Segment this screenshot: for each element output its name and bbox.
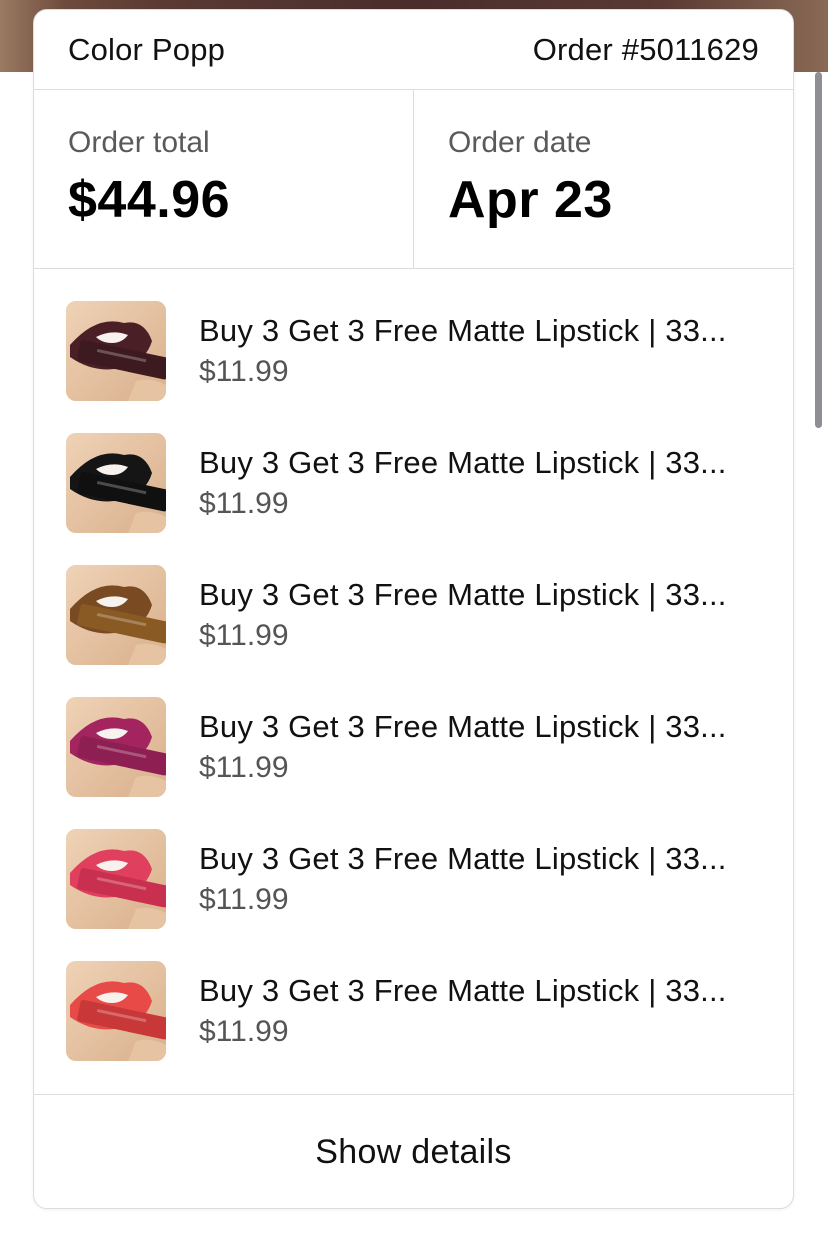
item-title: Buy 3 Get 3 Free Matte Lipstick | 33... bbox=[199, 313, 727, 348]
order-summary: Order total $44.96 Order date Apr 23 bbox=[34, 90, 793, 269]
list-item[interactable]: Buy 3 Get 3 Free Matte Lipstick | 33... $… bbox=[34, 565, 793, 665]
item-text: Buy 3 Get 3 Free Matte Lipstick | 33... $… bbox=[199, 577, 727, 653]
item-text: Buy 3 Get 3 Free Matte Lipstick | 33... $… bbox=[199, 973, 727, 1049]
product-thumbnail bbox=[66, 433, 166, 533]
product-thumbnail bbox=[66, 697, 166, 797]
product-thumbnail bbox=[66, 829, 166, 929]
order-number: Order #5011629 bbox=[532, 31, 759, 67]
item-text: Buy 3 Get 3 Free Matte Lipstick | 33... $… bbox=[199, 709, 727, 785]
order-date-label: Order date bbox=[448, 126, 592, 159]
item-title: Buy 3 Get 3 Free Matte Lipstick | 33... bbox=[199, 841, 727, 876]
order-total-value: $44.96 bbox=[68, 171, 231, 229]
order-card-header: Color Popp Order #5011629 bbox=[34, 10, 793, 90]
list-item[interactable]: Buy 3 Get 3 Free Matte Lipstick | 33... $… bbox=[34, 301, 793, 401]
order-date-value: Apr 23 bbox=[448, 171, 613, 229]
list-item[interactable]: Buy 3 Get 3 Free Matte Lipstick | 33... $… bbox=[34, 433, 793, 533]
list-item[interactable]: Buy 3 Get 3 Free Matte Lipstick | 33... $… bbox=[34, 697, 793, 797]
item-price: $11.99 bbox=[199, 487, 289, 520]
show-details-button[interactable]: Show details bbox=[34, 1095, 793, 1208]
product-thumbnail bbox=[66, 961, 166, 1061]
item-text: Buy 3 Get 3 Free Matte Lipstick | 33... $… bbox=[199, 445, 727, 521]
scrollbar[interactable] bbox=[815, 72, 822, 428]
item-title: Buy 3 Get 3 Free Matte Lipstick | 33... bbox=[199, 973, 727, 1008]
order-total-label: Order total bbox=[68, 126, 210, 159]
item-title: Buy 3 Get 3 Free Matte Lipstick | 33... bbox=[199, 577, 727, 612]
order-date-cell: Order date Apr 23 bbox=[413, 90, 793, 268]
item-text: Buy 3 Get 3 Free Matte Lipstick | 33... $… bbox=[199, 841, 727, 917]
order-card: Color Popp Order #5011629 Order total $4… bbox=[33, 9, 794, 1209]
item-price: $11.99 bbox=[199, 883, 289, 916]
product-thumbnail bbox=[66, 565, 166, 665]
item-price: $11.99 bbox=[199, 751, 289, 784]
list-item[interactable]: Buy 3 Get 3 Free Matte Lipstick | 33... $… bbox=[34, 829, 793, 929]
order-items-list: Buy 3 Get 3 Free Matte Lipstick | 33... $… bbox=[34, 269, 793, 1095]
show-details-label: Show details bbox=[315, 1133, 512, 1171]
order-total-cell: Order total $44.96 bbox=[34, 90, 413, 268]
item-price: $11.99 bbox=[199, 619, 289, 652]
item-price: $11.99 bbox=[199, 355, 289, 388]
store-name: Color Popp bbox=[68, 31, 226, 67]
item-price: $11.99 bbox=[199, 1015, 289, 1048]
list-item[interactable]: Buy 3 Get 3 Free Matte Lipstick | 33... $… bbox=[34, 961, 793, 1061]
item-text: Buy 3 Get 3 Free Matte Lipstick | 33... $… bbox=[199, 313, 727, 389]
product-thumbnail bbox=[66, 301, 166, 401]
item-title: Buy 3 Get 3 Free Matte Lipstick | 33... bbox=[199, 445, 727, 480]
item-title: Buy 3 Get 3 Free Matte Lipstick | 33... bbox=[199, 709, 727, 744]
